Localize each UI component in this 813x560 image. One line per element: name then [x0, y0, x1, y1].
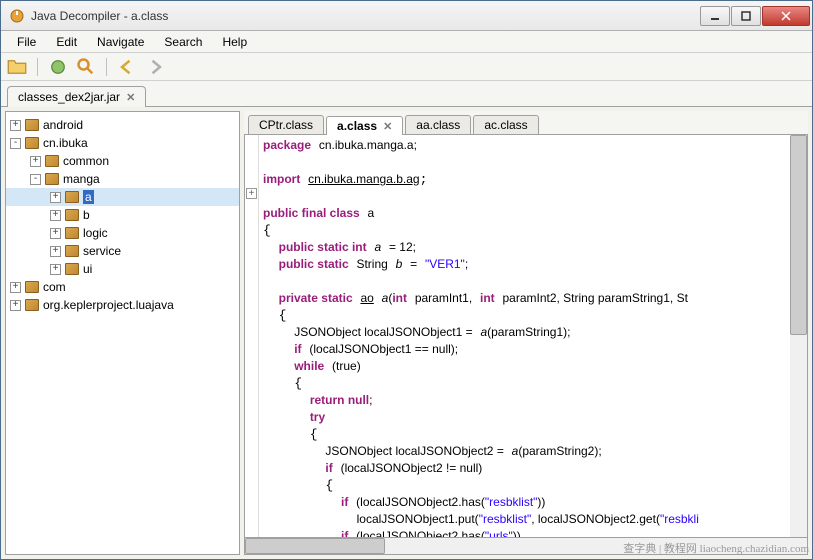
tree-label: cn.ibuka: [43, 136, 88, 150]
tab-jar[interactable]: classes_dex2jar.jar ✕: [7, 86, 146, 107]
vertical-scrollbar[interactable]: [790, 135, 807, 537]
search-icon[interactable]: [76, 57, 96, 77]
expand-toggle-icon[interactable]: +: [30, 156, 41, 167]
editor-tab-a[interactable]: a.class ✕: [326, 116, 403, 135]
source-code: package cn.ibuka.manga.a; import cn.ibuk…: [245, 135, 807, 538]
tab-label: ac.class: [484, 118, 527, 132]
package-icon: [25, 281, 39, 293]
tree-node-service[interactable]: + service: [6, 242, 239, 260]
package-icon: [25, 137, 39, 149]
window-title: Java Decompiler - a.class: [31, 9, 700, 23]
toolbar: [1, 53, 812, 81]
tree-node-com[interactable]: + com: [6, 278, 239, 296]
tab-label: classes_dex2jar.jar: [18, 90, 120, 104]
close-icon[interactable]: ✕: [383, 120, 392, 133]
app-icon: [9, 8, 25, 24]
tree-label: android: [43, 118, 83, 132]
open-file-icon[interactable]: [7, 57, 27, 77]
app-window: Java Decompiler - a.class File Edit Navi…: [0, 0, 813, 560]
tree-node-b[interactable]: +b: [6, 206, 239, 224]
menu-search[interactable]: Search: [154, 33, 212, 51]
editor-tab-aa[interactable]: aa.class: [405, 115, 471, 134]
code-viewer[interactable]: + package cn.ibuka.manga.a; import cn.ib…: [244, 135, 808, 538]
package-tree[interactable]: +android-cn.ibuka+common-manga+a+b+logic…: [5, 111, 240, 555]
package-icon: [45, 155, 59, 167]
tree-label: logic: [83, 226, 108, 240]
tree-node-a[interactable]: +a: [6, 188, 239, 206]
expand-toggle-icon[interactable]: +: [10, 120, 21, 131]
expand-toggle-icon[interactable]: +: [50, 264, 61, 275]
scrollbar-thumb[interactable]: [245, 538, 385, 554]
tree-label: common: [63, 154, 109, 168]
fold-toggle-icon[interactable]: +: [246, 188, 257, 199]
expand-toggle-icon[interactable]: +: [50, 210, 61, 221]
editor-tab-CPtr[interactable]: CPtr.class: [248, 115, 324, 134]
titlebar: Java Decompiler - a.class: [1, 1, 812, 31]
tree-node-org-keplerproject-luajava[interactable]: + org.keplerproject.luajava: [6, 296, 239, 314]
expand-toggle-icon[interactable]: +: [10, 300, 21, 311]
expand-toggle-icon[interactable]: -: [10, 138, 21, 149]
package-icon: [65, 227, 79, 239]
tree-label: com: [43, 280, 66, 294]
close-icon[interactable]: ✕: [126, 91, 135, 104]
back-icon[interactable]: [117, 57, 137, 77]
watermark: 查字典 | 教程网 liaocheng.chazidian.com: [623, 540, 809, 556]
package-icon: [45, 173, 59, 185]
code-panel: CPtr.class a.class ✕ aa.class ac.class + pac…: [244, 111, 808, 555]
tree-node-ui[interactable]: + ui: [6, 260, 239, 278]
outer-tabstrip: classes_dex2jar.jar ✕: [1, 81, 812, 107]
expand-toggle-icon[interactable]: +: [50, 246, 61, 257]
package-icon: [65, 263, 79, 275]
tree-label: b: [83, 208, 90, 222]
window-controls: [700, 6, 810, 26]
tree-node-common[interactable]: + common: [6, 152, 239, 170]
minimize-button[interactable]: [700, 6, 730, 26]
maximize-button[interactable]: [731, 6, 761, 26]
tree-label: ui: [83, 262, 92, 276]
tree-label: manga: [63, 172, 100, 186]
tree-node-manga[interactable]: - manga: [6, 170, 239, 188]
package-icon: [25, 119, 39, 131]
menu-file[interactable]: File: [7, 33, 46, 51]
tree-node-logic[interactable]: + logic: [6, 224, 239, 242]
menu-help[interactable]: Help: [212, 33, 257, 51]
expand-toggle-icon[interactable]: -: [30, 174, 41, 185]
content-area: +android-cn.ibuka+common-manga+a+b+logic…: [1, 107, 812, 559]
scrollbar-thumb[interactable]: [790, 135, 807, 335]
package-icon: [65, 191, 79, 203]
tab-label: a.class: [337, 119, 377, 133]
open-type-icon[interactable]: [48, 57, 68, 77]
expand-toggle-icon[interactable]: +: [50, 228, 61, 239]
toolbar-separator: [106, 58, 107, 76]
menu-navigate[interactable]: Navigate: [87, 33, 154, 51]
tab-label: CPtr.class: [259, 118, 313, 132]
package-icon: [65, 245, 79, 257]
expand-toggle-icon[interactable]: +: [50, 192, 61, 203]
tab-label: aa.class: [416, 118, 460, 132]
forward-icon[interactable]: [145, 57, 165, 77]
editor-tabstrip: CPtr.class a.class ✕ aa.class ac.class: [244, 111, 808, 135]
tree-label: service: [83, 244, 121, 258]
menubar: File Edit Navigate Search Help: [1, 31, 812, 53]
close-button[interactable]: [762, 6, 810, 26]
package-icon: [65, 209, 79, 221]
expand-toggle-icon[interactable]: +: [10, 282, 21, 293]
gutter: +: [245, 135, 259, 537]
package-icon: [25, 299, 39, 311]
tree-node-cn-ibuka[interactable]: - cn.ibuka: [6, 134, 239, 152]
toolbar-separator: [37, 58, 38, 76]
editor-tab-ac[interactable]: ac.class: [473, 115, 538, 134]
menu-edit[interactable]: Edit: [46, 33, 87, 51]
tree-node-android[interactable]: + android: [6, 116, 239, 134]
tree-label: org.keplerproject.luajava: [43, 298, 174, 312]
tree-label: a: [83, 190, 94, 204]
